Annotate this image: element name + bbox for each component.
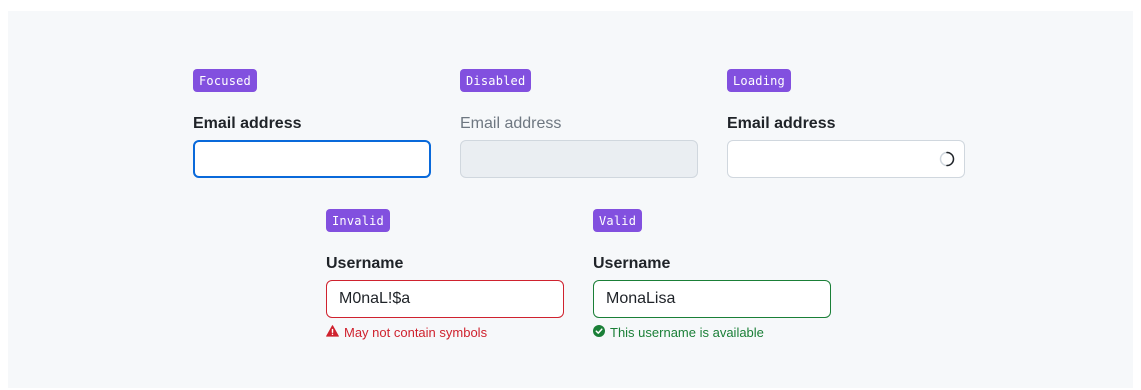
email-label-loading: Email address — [727, 115, 836, 132]
email-field-focused[interactable] — [193, 140, 431, 178]
valid-example: Valid Username This username is availabl… — [593, 209, 833, 340]
username-label-valid: Username — [593, 255, 671, 272]
validation-success-message: This username is available — [593, 324, 764, 342]
focused-example: Focused Email address — [193, 69, 433, 178]
username-field-valid[interactable] — [593, 280, 831, 318]
alert-triangle-icon — [326, 324, 344, 342]
demo-canvas: Focused Email address Disabled Email add… — [8, 11, 1133, 388]
state-tag-valid: Valid — [593, 209, 643, 232]
spinner-icon — [939, 151, 955, 167]
email-label-disabled: Email address — [460, 115, 562, 132]
email-field-disabled — [460, 140, 698, 178]
disabled-example: Disabled Email address — [460, 69, 700, 178]
email-field-loading[interactable] — [727, 140, 965, 178]
loading-example: Loading Email address — [727, 69, 967, 178]
username-label-invalid: Username — [326, 255, 404, 272]
invalid-example: Invalid Username May not contain symbols — [326, 209, 566, 340]
state-tag-focused: Focused — [193, 69, 257, 92]
check-circle-icon — [593, 324, 610, 342]
validation-error-message: May not contain symbols — [326, 324, 487, 342]
email-label-focused: Email address — [193, 115, 302, 132]
validation-error-text: May not contain symbols — [344, 325, 488, 340]
state-tag-invalid: Invalid — [326, 209, 390, 232]
email-field-loading-wrapper — [727, 140, 965, 178]
username-field-invalid[interactable] — [326, 280, 564, 318]
state-tag-disabled: Disabled — [460, 69, 532, 92]
state-tag-loading: Loading — [727, 69, 791, 92]
validation-success-text: This username is available — [610, 325, 764, 340]
